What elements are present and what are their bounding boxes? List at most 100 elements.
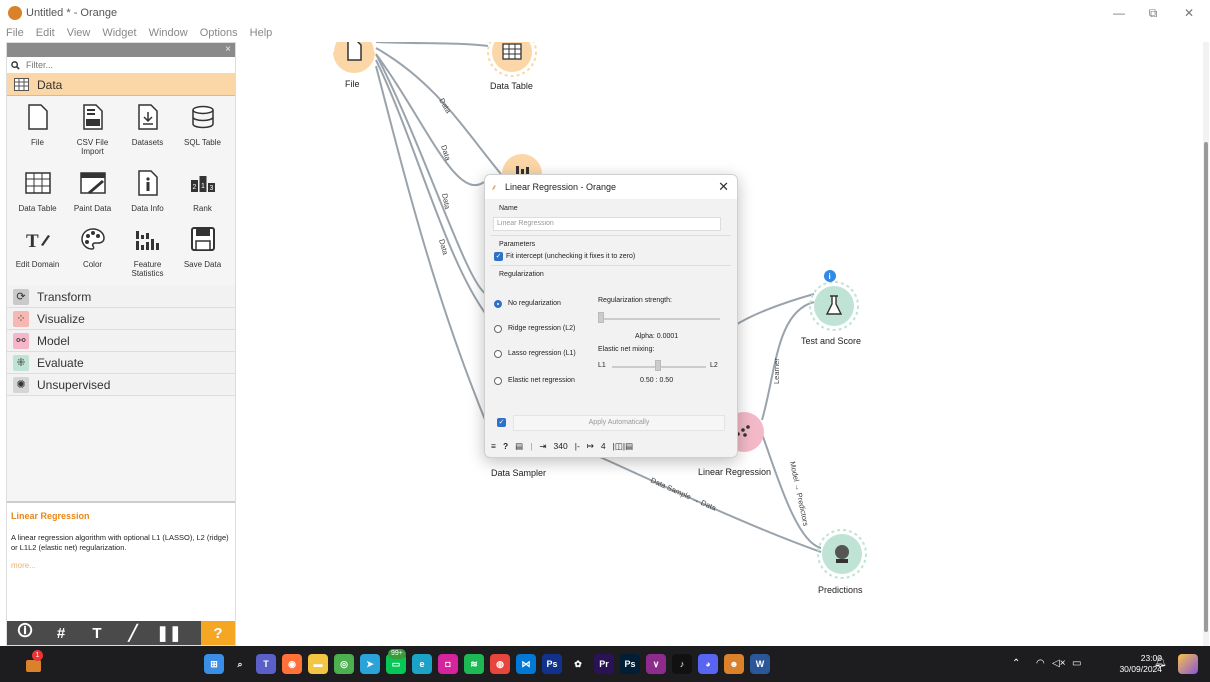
widget-datasets[interactable]: Datasets — [121, 102, 174, 164]
option-lasso[interactable]: Lasso regression (L1) — [508, 350, 576, 357]
grid-icon[interactable]: # — [43, 621, 79, 645]
tray-overflow-icon[interactable]: ⌃ — [1012, 658, 1020, 669]
pause-icon[interactable]: ❚❚ — [151, 621, 187, 645]
widget-paint-data[interactable]: Paint Data — [66, 168, 119, 221]
category-evaluate[interactable]: ⁜ Evaluate — [7, 352, 235, 374]
menu-view[interactable]: View — [61, 26, 97, 42]
search-icon[interactable]: ⌕ — [230, 654, 250, 674]
vscode-icon[interactable]: ⋈ — [516, 654, 536, 674]
report-icon[interactable]: ▤ — [515, 441, 523, 452]
bell-icon[interactable]: 🔔︎ — [1154, 657, 1167, 668]
radio-elastic-net[interactable] — [494, 377, 502, 385]
widget-edit-domain[interactable]: T Edit Domain — [11, 224, 64, 286]
help-more-link[interactable]: more... — [11, 561, 235, 570]
premiere-icon[interactable]: Pr — [594, 654, 614, 674]
instagram-icon[interactable]: ◘ — [438, 654, 458, 674]
discord-icon[interactable]: ◕ — [698, 654, 718, 674]
minimize-button[interactable]: — — [1108, 4, 1130, 22]
radio-lasso[interactable] — [494, 350, 502, 358]
category-unsupervised[interactable]: ✺ Unsupervised — [7, 374, 235, 396]
apply-automatically-checkbox[interactable]: ✓ — [497, 418, 506, 427]
help-icon[interactable]: ? — [503, 441, 508, 451]
widget-sql-table[interactable]: SQL Table — [176, 102, 229, 164]
option-elastic-net[interactable]: Elastic net regression — [508, 377, 575, 384]
tiktok-icon[interactable]: ♪ — [672, 654, 692, 674]
volume-icon[interactable]: ◁× — [1052, 658, 1066, 669]
filter-input[interactable] — [24, 59, 208, 71]
widget-label: SQL Table — [184, 138, 221, 147]
info-icon[interactable]: 🛈 — [7, 621, 43, 645]
link-label-sample-data: Data Sample → Data — [649, 476, 718, 513]
photoshop-express-icon[interactable]: Ps — [542, 654, 562, 674]
node-test-and-score[interactable] — [809, 281, 859, 331]
fit-intercept-checkbox[interactable]: ✓ — [494, 251, 503, 261]
category-data[interactable]: Data — [7, 74, 235, 96]
chatgpt-icon[interactable]: ✿ — [568, 654, 588, 674]
notification-app-icon[interactable]: 1 — [24, 650, 44, 674]
fit-intercept-row[interactable]: ✓ Fit intercept (unchecking it fixes it … — [494, 251, 737, 261]
battery-icon[interactable]: ▭ — [1072, 658, 1081, 669]
node-file[interactable] — [333, 42, 375, 73]
close-window-button[interactable]: ✕ — [1178, 4, 1200, 22]
arrow-annotation-icon[interactable]: ╱ — [115, 621, 151, 645]
restore-button[interactable]: ⧉ — [1142, 4, 1164, 22]
copilot-icon[interactable] — [1178, 654, 1198, 674]
widget-data-info[interactable]: Data Info — [121, 168, 174, 221]
apply-button[interactable]: Apply Automatically — [513, 415, 725, 431]
output-icon: ↦ — [586, 440, 594, 451]
orange-icon[interactable]: ☻ — [724, 654, 744, 674]
category-visualize[interactable]: ⁘ Visualize — [7, 308, 235, 330]
info-badge[interactable]: i — [824, 270, 836, 282]
scrollbar-thumb[interactable] — [1204, 142, 1208, 632]
menu-widget[interactable]: Widget — [96, 26, 142, 42]
radio-ridge[interactable] — [494, 325, 502, 333]
strength-slider-handle[interactable] — [598, 312, 604, 323]
widget-file[interactable]: File — [11, 102, 64, 164]
help-icon[interactable]: ? — [201, 621, 235, 645]
option-ridge[interactable]: Ridge regression (L2) — [508, 325, 575, 332]
firefox-icon[interactable]: ◉ — [282, 654, 302, 674]
vs-icon[interactable]: ∨ — [646, 654, 666, 674]
menu-help[interactable]: Help — [244, 26, 279, 42]
elastic-mixing-slider-handle[interactable] — [655, 360, 661, 371]
category-transform[interactable]: ⟳ Transform — [7, 286, 235, 308]
file-explorer-icon[interactable]: ▬ — [308, 654, 328, 674]
widget-data-table[interactable]: Data Table — [11, 168, 64, 221]
chat-icon[interactable]: ◎ — [334, 654, 354, 674]
alpha-value: Alpha: 0.0001 — [635, 333, 679, 340]
widget-csv-file-import[interactable]: CSV File Import — [66, 102, 119, 164]
widget-feature-statistics[interactable]: Feature Statistics — [121, 224, 174, 286]
svg-text:3: 3 — [209, 185, 213, 192]
wifi-icon[interactable]: ◠ — [1036, 658, 1045, 669]
photoshop-icon[interactable]: Ps — [620, 654, 640, 674]
dialog-titlebar: ⸙ Linear Regression - Orange ✕ — [485, 175, 737, 199]
windows-start-icon[interactable]: ⊞ — [204, 654, 224, 674]
menu-edit[interactable]: Edit — [30, 26, 61, 42]
widget-color[interactable]: Color — [66, 224, 119, 286]
menu-icon[interactable]: ≡ — [491, 441, 496, 451]
menu-options[interactable]: Options — [194, 26, 244, 42]
teams-icon[interactable]: T — [256, 654, 276, 674]
dock-close-button[interactable]: × — [225, 43, 231, 57]
chrome-icon[interactable]: ◍ — [490, 654, 510, 674]
dialog-close-button[interactable]: ✕ — [718, 179, 729, 195]
canvas-scrollbar[interactable] — [1203, 42, 1209, 646]
strength-slider[interactable] — [598, 318, 720, 320]
text-annotation-icon[interactable]: T — [79, 621, 115, 645]
name-input[interactable] — [493, 216, 721, 231]
option-no-regularization[interactable]: No regularization — [508, 300, 561, 307]
menu-window[interactable]: Window — [143, 26, 194, 42]
menu-file[interactable]: File — [0, 26, 30, 42]
apply-row: ✓ Apply Automatically — [493, 415, 729, 431]
node-predictions[interactable] — [817, 529, 867, 579]
category-model[interactable]: ⚯ Model — [7, 330, 235, 352]
node-data-table[interactable] — [487, 42, 537, 77]
radio-no-regularization[interactable] — [494, 300, 502, 308]
word-icon[interactable]: W — [750, 654, 770, 674]
palette-icon — [79, 224, 107, 254]
widget-rank[interactable]: 213 Rank — [176, 168, 229, 221]
telegram-icon[interactable]: ➤ — [360, 654, 380, 674]
edge-icon[interactable]: e — [412, 654, 432, 674]
widget-save-data[interactable]: Save Data — [176, 224, 229, 286]
spotify-icon[interactable]: ≋ — [464, 654, 484, 674]
